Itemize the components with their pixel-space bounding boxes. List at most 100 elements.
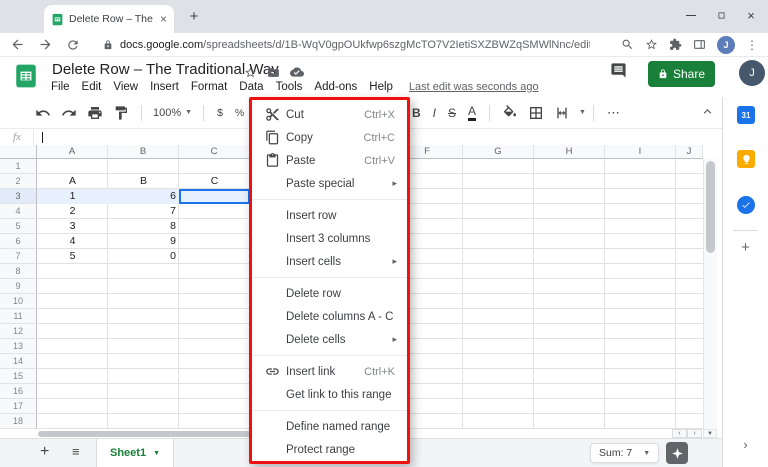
zoom-icon[interactable] [621, 38, 634, 51]
menu-item-delete-row[interactable]: Delete row [252, 282, 407, 305]
row-header-7[interactable]: 7 [0, 249, 37, 264]
row-header-3[interactable]: 3 [0, 189, 37, 204]
menu-item-get-link-to-range[interactable]: Get link to this range [252, 383, 407, 406]
menu-item-protect-range[interactable]: Protect range [252, 438, 407, 461]
forward-icon[interactable] [38, 37, 53, 52]
reload-icon[interactable] [66, 38, 80, 52]
cell-b4[interactable]: 7 [108, 204, 179, 219]
menu-view[interactable]: View [113, 81, 138, 93]
menu-file[interactable]: File [51, 81, 70, 93]
merge-cells-button[interactable] [554, 105, 570, 121]
menu-add-ons[interactable]: Add-ons [314, 81, 357, 93]
close-tab-icon[interactable]: × [160, 13, 167, 25]
menu-item-insert-row[interactable]: Insert row [252, 204, 407, 227]
back-icon[interactable] [10, 37, 25, 52]
menu-item-insert-3-columns[interactable]: Insert 3 columns [252, 227, 407, 250]
cell-b5[interactable]: 8 [108, 219, 179, 234]
sum-dropdown-icon[interactable]: ▼ [643, 450, 650, 457]
sheet-tab[interactable]: Sheet1 ▼ [96, 439, 174, 467]
google-calendar-icon[interactable]: 31 [737, 106, 755, 124]
vertical-scrollbar-thumb[interactable] [706, 161, 715, 253]
row-header-2[interactable]: 2 [0, 174, 37, 189]
row-header-1[interactable]: 1 [0, 159, 37, 174]
sum-badge[interactable]: Sum: 7 ▼ [590, 443, 659, 463]
print-button[interactable] [87, 105, 103, 121]
percent-button[interactable]: % [235, 107, 244, 119]
vertical-scrollbar[interactable] [703, 159, 717, 429]
italic-button[interactable]: I [433, 107, 436, 119]
google-keep-icon[interactable] [737, 150, 755, 168]
row-header-17[interactable]: 17 [0, 399, 37, 414]
menu-format[interactable]: Format [191, 81, 227, 93]
currency-button[interactable]: $ [217, 107, 223, 119]
browser-menu-icon[interactable]: ⋮ [746, 38, 758, 52]
bookmark-star-icon[interactable] [645, 38, 658, 51]
cell-a2[interactable]: A [37, 174, 108, 189]
cell-a6[interactable]: 4 [37, 234, 108, 249]
zoom-select[interactable]: 100%▼ [153, 107, 192, 119]
google-tasks-icon[interactable] [737, 196, 755, 214]
comment-history-icon[interactable] [610, 62, 627, 79]
menu-edit[interactable]: Edit [82, 81, 102, 93]
cell-b2[interactable]: B [108, 174, 179, 189]
sheets-logo-icon[interactable] [13, 63, 39, 89]
all-sheets-icon[interactable]: ≡ [72, 444, 80, 459]
column-header-b[interactable]: B [108, 145, 179, 159]
cell-a5[interactable]: 3 [37, 219, 108, 234]
row-header-18[interactable]: 18 [0, 414, 37, 429]
close-window-icon[interactable]: × [736, 0, 766, 30]
row-header-12[interactable]: 12 [0, 324, 37, 339]
extensions-icon[interactable] [669, 38, 682, 51]
scroll-down-icon[interactable]: ▼ [703, 429, 717, 438]
column-header-g[interactable]: G [463, 145, 534, 159]
menu-item-delete-columns-a-c[interactable]: Delete columns A - C [252, 305, 407, 328]
column-header-a[interactable]: A [37, 145, 108, 159]
url-input[interactable]: docs.google.com/spreadsheets/d/1B-WqV0gp… [120, 39, 590, 51]
row-header-11[interactable]: 11 [0, 309, 37, 324]
fill-color-button[interactable] [502, 105, 518, 121]
cell-b6[interactable]: 9 [108, 234, 179, 249]
cell-b7[interactable]: 0 [108, 249, 179, 264]
row-header-14[interactable]: 14 [0, 354, 37, 369]
merge-dropdown-icon[interactable]: ▼ [579, 109, 586, 116]
row-header-15[interactable]: 15 [0, 369, 37, 384]
paint-format-button[interactable] [113, 105, 129, 121]
column-header-j[interactable]: J [676, 145, 703, 159]
cell-a3[interactable]: 1 [37, 189, 108, 204]
menu-tools[interactable]: Tools [276, 81, 303, 93]
column-header-c[interactable]: C [179, 145, 250, 159]
sheet-tab-menu-icon[interactable]: ▼ [153, 450, 160, 457]
menu-item-copy[interactable]: CopyCtrl+C [252, 126, 407, 149]
side-panel-icon[interactable] [693, 38, 706, 51]
scroll-left-icon[interactable]: ‹ [672, 429, 687, 438]
account-avatar[interactable]: J [739, 60, 765, 86]
active-cell-C3[interactable] [179, 189, 250, 204]
menu-item-paste-special[interactable]: Paste special▸ [252, 172, 407, 195]
cell-c2[interactable]: C [179, 174, 250, 189]
row-header-16[interactable]: 16 [0, 384, 37, 399]
minimize-icon[interactable] [676, 0, 706, 30]
scroll-right-icon[interactable]: › [687, 429, 702, 438]
cell-a4[interactable]: 2 [37, 204, 108, 219]
menu-item-insert-link[interactable]: Insert linkCtrl+K [252, 360, 407, 383]
move-to-folder-icon[interactable] [267, 66, 280, 79]
borders-button[interactable] [528, 105, 544, 121]
text-color-button[interactable]: A [468, 105, 476, 121]
menu-item-cut[interactable]: CutCtrl+X [252, 103, 407, 126]
menu-insert[interactable]: Insert [150, 81, 179, 93]
collapse-side-panel-icon[interactable]: › [723, 437, 768, 452]
select-all-corner[interactable] [0, 145, 37, 159]
share-button[interactable]: Share [648, 61, 715, 87]
cell-a7[interactable]: 5 [37, 249, 108, 264]
cell-b3[interactable]: 6 [108, 189, 179, 204]
last-edit-link[interactable]: Last edit was seconds ago [409, 81, 539, 93]
menu-help[interactable]: Help [369, 81, 393, 93]
redo-button[interactable] [61, 105, 77, 121]
row-header-13[interactable]: 13 [0, 339, 37, 354]
explore-button[interactable] [666, 442, 688, 464]
browser-tab[interactable]: Delete Row – The Traditional Way × [44, 5, 174, 33]
column-header-h[interactable]: H [534, 145, 605, 159]
column-header-i[interactable]: I [605, 145, 676, 159]
row-header-10[interactable]: 10 [0, 294, 37, 309]
more-options-icon[interactable]: ⋯ [607, 105, 620, 121]
